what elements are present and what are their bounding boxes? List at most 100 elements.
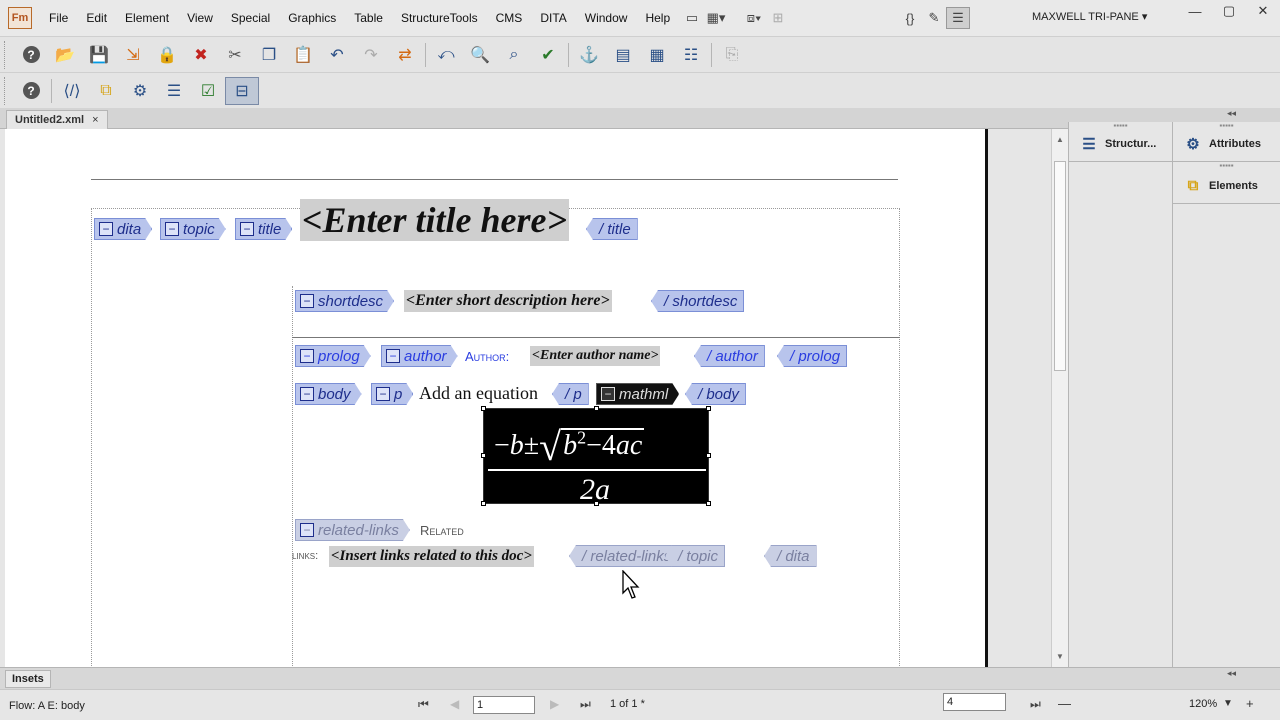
delete-icon[interactable]: ✖ <box>184 41 218 69</box>
menu-window[interactable]: Window <box>576 11 637 25</box>
tag-shortdesc-end[interactable]: / shortdesc <box>651 290 745 312</box>
menu-graphics[interactable]: Graphics <box>279 11 345 25</box>
previous-page-icon[interactable]: ◀ <box>450 697 459 711</box>
toggle-view-icon[interactable]: ⏭ <box>1030 697 1041 712</box>
menu-cms[interactable]: CMS <box>487 11 532 25</box>
first-page-icon[interactable]: ⏮ <box>418 697 429 712</box>
tag-related-links-end[interactable]: / related-links <box>569 545 679 567</box>
structure-view-button[interactable]: ☰ Structur... <box>1069 126 1172 162</box>
redo-icon[interactable]: ↷ <box>354 41 388 69</box>
tag-shortdesc-start[interactable]: − shortdesc <box>295 290 394 312</box>
menu-structuretools[interactable]: StructureTools <box>392 11 487 25</box>
collapse-icon[interactable]: − <box>99 222 113 236</box>
author-placeholder[interactable]: <Enter author name> <box>530 346 661 366</box>
scroll-thumb[interactable] <box>1054 161 1066 371</box>
vertical-scrollbar[interactable]: ▲ ▼ <box>1051 129 1068 667</box>
lock-icon[interactable]: 🔒 <box>150 41 184 69</box>
collapse-icon[interactable]: − <box>165 222 179 236</box>
zoom-icon[interactable]: ⌕ <box>497 41 531 69</box>
elements-panel-button[interactable]: ⧉ Elements <box>1173 168 1280 204</box>
anchor-icon[interactable]: ⚓ <box>572 41 606 69</box>
resize-handle[interactable] <box>706 501 711 506</box>
collapse-icon[interactable]: − <box>300 387 314 401</box>
code-view-icon[interactable]: {} <box>898 7 922 29</box>
zoom-level[interactable]: 120% <box>1189 698 1217 710</box>
fit-window-icon[interactable]: ⧈▾ <box>742 7 766 29</box>
spell-icon[interactable]: ⤺ <box>429 41 463 69</box>
title-placeholder[interactable]: <Enter title here> <box>300 199 570 241</box>
tag-title-end[interactable]: / title <box>586 218 638 240</box>
tag-topic-start[interactable]: − topic <box>160 218 226 240</box>
insets-tab[interactable]: Insets <box>5 670 51 688</box>
menu-element[interactable]: Element <box>116 11 178 25</box>
pen-icon[interactable]: ✎ <box>922 7 946 29</box>
check-spelling-icon[interactable]: ✔ <box>531 41 565 69</box>
list-icon[interactable]: ☷ <box>674 41 708 69</box>
tag-title-start[interactable]: − title <box>235 218 292 240</box>
layout-icon[interactable]: ▦▾ <box>704 7 728 29</box>
tag-body-end[interactable]: / body <box>685 383 746 405</box>
tag-mathml-start[interactable]: − mathml <box>596 383 679 405</box>
resize-handle[interactable] <box>481 406 486 411</box>
resize-handle[interactable] <box>481 501 486 506</box>
paragraph-text[interactable]: Add an equation <box>419 383 538 404</box>
page-number-input[interactable]: 1 <box>473 696 535 714</box>
undo-icon[interactable]: ↶ <box>320 41 354 69</box>
tag-p-start[interactable]: − p <box>371 383 413 405</box>
help-icon[interactable]: ? <box>14 41 48 69</box>
save-icon[interactable]: 💾 <box>82 41 116 69</box>
tag-related-links-start[interactable]: − related-links <box>295 519 410 541</box>
zoom-out-icon[interactable]: — <box>1058 696 1071 711</box>
tag-author-end[interactable]: / author <box>694 345 765 367</box>
insert-element-icon[interactable]: ⧉ <box>89 77 123 105</box>
chevron-down-icon[interactable]: ▼ <box>1223 698 1233 709</box>
close-icon[interactable]: × <box>92 114 98 126</box>
import-icon[interactable]: ⇲ <box>116 41 150 69</box>
last-page-icon[interactable]: ⏭ <box>580 697 591 712</box>
insets-collapse-bar[interactable]: ◂◂ <box>1068 667 1280 689</box>
table-icon[interactable]: ▦ <box>640 41 674 69</box>
menu-edit[interactable]: Edit <box>77 11 116 25</box>
validate-icon[interactable]: ☑ <box>191 77 225 105</box>
collapse-icon[interactable]: − <box>376 387 390 401</box>
minimize-icon[interactable]: — <box>1178 0 1212 22</box>
collapse-icon[interactable]: − <box>601 387 615 401</box>
resize-handle[interactable] <box>706 453 711 458</box>
workspace-switcher[interactable]: MAXWELL TRI-PANE ▾ <box>1032 10 1147 23</box>
document-canvas[interactable]: − dita − topic − title <Enter title here> /… <box>5 129 985 667</box>
resize-handle[interactable] <box>594 501 599 506</box>
resize-handle[interactable] <box>706 406 711 411</box>
structure-icon[interactable]: ☰ <box>157 77 191 105</box>
menu-dita[interactable]: DITA <box>531 11 575 25</box>
toolbar-grip[interactable] <box>4 40 14 69</box>
copy-icon[interactable]: ❐ <box>252 41 286 69</box>
insert-icon[interactable]: ⇄ <box>388 41 422 69</box>
collapse-icon[interactable]: − <box>300 294 314 308</box>
scroll-up-icon[interactable]: ▲ <box>1056 135 1064 144</box>
document-view-icon[interactable]: ☰ <box>946 7 970 29</box>
tag-dita-start[interactable]: − dita <box>94 218 152 240</box>
tag-prolog-end[interactable]: / prolog <box>777 345 848 367</box>
tag-view-icon[interactable]: ⊟ <box>225 76 259 105</box>
attributes-panel-button[interactable]: ⚙ Attributes <box>1173 126 1280 162</box>
resize-handle[interactable] <box>594 406 599 411</box>
menu-special[interactable]: Special <box>222 11 279 25</box>
collapse-icon[interactable]: − <box>300 349 314 363</box>
attributes-icon[interactable]: ⚙ <box>123 77 157 105</box>
document-tab[interactable]: Untitled2.xml × <box>6 110 108 129</box>
open-folder-icon[interactable]: 📂 <box>48 41 82 69</box>
tag-p-end[interactable]: / p <box>552 383 589 405</box>
restore-icon[interactable]: ▢ <box>1212 0 1246 22</box>
tag-prolog-start[interactable]: − prolog <box>295 345 371 367</box>
related-links-placeholder[interactable]: <Insert links related to this doc> <box>329 546 534 567</box>
menu-view[interactable]: View <box>178 11 222 25</box>
tag-topic-end[interactable]: / topic <box>665 545 726 567</box>
cut-icon[interactable]: ✂ <box>218 41 252 69</box>
next-page-icon[interactable]: ▶ <box>550 697 559 711</box>
zoom-in-icon[interactable]: + <box>1246 696 1254 711</box>
close-icon[interactable]: ✕ <box>1246 0 1280 22</box>
xml-view-icon[interactable]: ⟨/⟩ <box>55 77 89 105</box>
tag-body-start[interactable]: − body <box>295 383 362 405</box>
mathml-equation[interactable]: −b±√b2−4ac 2a <box>481 406 711 506</box>
menu-file[interactable]: File <box>40 11 77 25</box>
